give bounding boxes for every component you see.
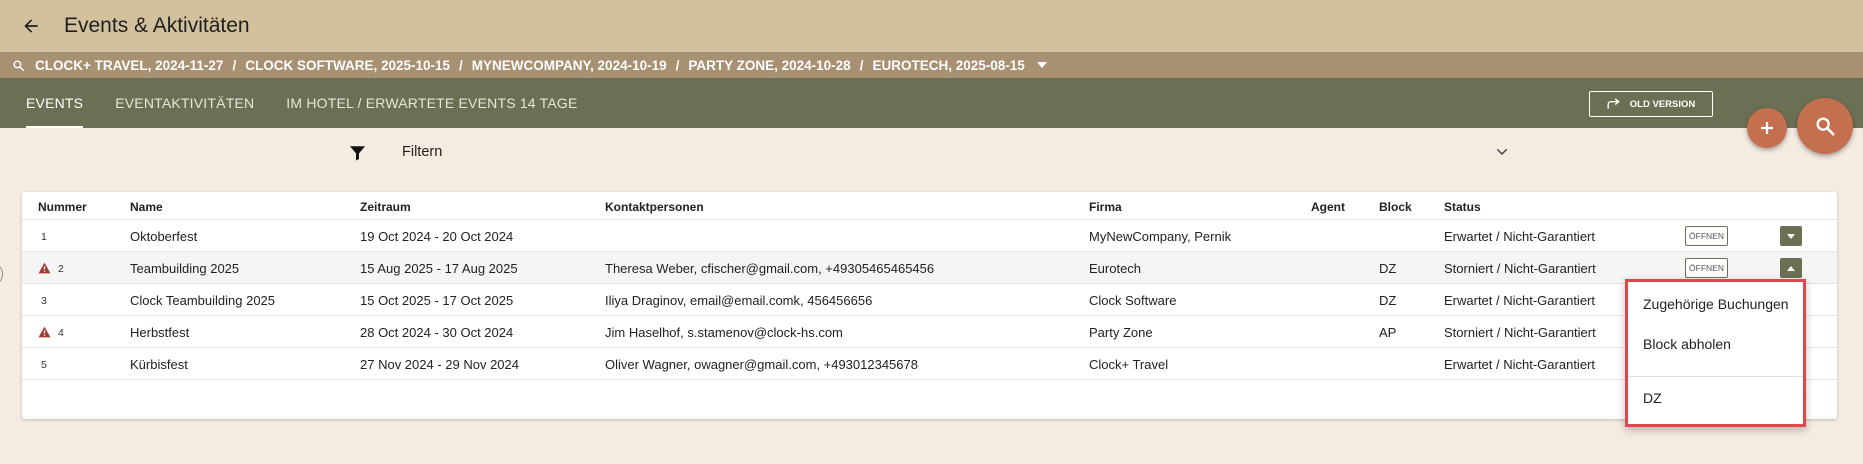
event-contacts: Jim Haselhof, s.stamenov@clock-hs.com [605,325,843,340]
chevron-down-icon[interactable] [1036,62,1047,68]
event-name: Teambuilding 2025 [130,261,240,276]
breadcrumb-separator: / [675,57,680,73]
breadcrumb-item[interactable]: CLOCK+ TRAVEL, 2024-11-27 [35,58,223,73]
row-action-menu: Zugehörige Buchungen Block abholen DZ [1625,279,1806,427]
filter-bar[interactable]: Filtern [0,138,1863,168]
open-button[interactable]: ÖFFNEN [1685,226,1728,246]
breadcrumb-separator: / [859,57,864,73]
page-title: Events & Aktivitäten [64,14,250,37]
event-name: Clock Teambuilding 2025 [130,293,276,308]
event-company: Clock+ Travel [1089,357,1169,372]
event-name: Oktoberfest [130,229,198,244]
column-header-name[interactable]: Name [130,200,163,214]
event-date-range: 15 Aug 2025 - 17 Aug 2025 [360,261,518,276]
event-date-range: 19 Oct 2024 - 20 Oct 2024 [360,229,514,244]
menu-item-dz[interactable]: DZ [1643,390,1662,406]
breadcrumb-separator: / [232,57,237,73]
row-number: 1 [41,231,47,243]
tab-bar: EVENTS EVENTAKTIVITÄTEN IM HOTEL / ERWAR… [0,78,1863,128]
event-name: Kürbisfest [130,357,188,372]
old-version-label: OLD VERSION [1629,98,1696,110]
event-status: Erwartet / Nicht-Garantiert [1444,229,1595,244]
event-date-range: 15 Oct 2025 - 17 Oct 2025 [360,293,514,308]
event-status: Erwartet / Nicht-Garantiert [1444,357,1595,372]
filter-label: Filtern [402,144,443,160]
breadcrumb-item[interactable]: CLOCK SOFTWARE, 2025-10-15 [245,58,450,73]
table-header: Nummer Name Zeitraum Kontaktpersonen Fir… [22,192,1837,220]
events-table: Nummer Name Zeitraum Kontaktpersonen Fir… [22,192,1837,419]
table-row[interactable]: 4 Herbstfest 28 Oct 2024 - 30 Oct 2024 J… [22,316,1837,348]
chevron-down-icon[interactable] [1494,144,1510,165]
table-row[interactable]: 2 Teambuilding 2025 15 Aug 2025 - 17 Aug… [22,252,1837,284]
row-number: 2 [58,263,64,275]
event-contacts: Oliver Wagner, owagner@gmail.com, +49301… [605,357,918,372]
column-header-agent[interactable]: Agent [1311,200,1345,214]
column-header-block[interactable]: Block [1379,200,1412,214]
event-contacts: Theresa Weber, cfischer@gmail.com, +4930… [605,261,935,276]
event-company: Party Zone [1089,325,1153,340]
tab-events[interactable]: EVENTS [26,78,84,128]
menu-item-block-abholen[interactable]: Block abholen [1643,336,1731,352]
column-header-zeitraum[interactable]: Zeitraum [360,200,411,214]
event-block: DZ [1379,293,1397,308]
share-arrow-icon [1607,98,1620,109]
column-header-kontaktpersonen[interactable]: Kontaktpersonen [605,200,704,214]
event-block: DZ [1379,261,1397,276]
warning-triangle-icon [38,326,51,341]
breadcrumb-item[interactable]: MYNEWCOMPANY, 2024-10-19 [472,58,667,73]
arrow-left-icon [24,19,38,33]
event-contacts: Iliya Draginov, email@email.comk, 456456… [605,293,873,308]
tab-eventaktivitaeten[interactable]: EVENTAKTIVITÄTEN [115,78,254,128]
warning-triangle-icon [38,262,51,277]
old-version-button[interactable]: OLD VERSION [1589,91,1713,117]
row-number: 5 [41,359,47,371]
row-menu-button[interactable] [1780,226,1802,246]
row-number: 4 [58,327,64,339]
plus-icon [1761,122,1773,134]
caret-down-icon [1787,233,1795,239]
event-company: MyNewCompany, Pernik [1089,229,1232,244]
column-header-status[interactable]: Status [1444,200,1481,214]
breadcrumb-separator: / [459,57,463,73]
menu-divider [1628,376,1803,377]
breadcrumb: CLOCK+ TRAVEL, 2024-11-27 / CLOCK SOFTWA… [0,52,1863,78]
event-block: AP [1379,325,1397,340]
row-number: 3 [41,295,47,307]
search-icon [12,59,25,72]
caret-up-icon [1787,265,1795,271]
funnel-icon [348,144,367,167]
back-button[interactable] [16,11,46,41]
app-header: Events & Aktivitäten [0,0,1863,52]
row-menu-button[interactable] [1780,258,1802,278]
column-header-firma[interactable]: Firma [1089,200,1122,214]
event-date-range: 27 Nov 2024 - 29 Nov 2024 [360,357,519,372]
event-status: Storniert / Nicht-Garantiert [1444,325,1596,340]
table-row[interactable]: 5 Kürbisfest 27 Nov 2024 - 29 Nov 2024 O… [22,348,1837,380]
event-status: Storniert / Nicht-Garantiert [1444,261,1596,276]
open-button[interactable]: ÖFFNEN [1685,258,1728,278]
event-company: Eurotech [1089,261,1142,276]
menu-item-zugehoerige-buchungen[interactable]: Zugehörige Buchungen [1643,296,1789,312]
table-row[interactable]: 1 Oktoberfest 19 Oct 2024 - 20 Oct 2024 … [22,220,1837,252]
tab-im-hotel[interactable]: IM HOTEL / ERWARTETE EVENTS 14 TAGE [286,78,577,128]
search-icon [1816,117,1835,136]
event-date-range: 28 Oct 2024 - 30 Oct 2024 [360,325,514,340]
column-header-nummer[interactable]: Nummer [38,200,87,214]
breadcrumb-item[interactable]: PARTY ZONE, 2024-10-28 [688,58,850,73]
event-name: Herbstfest [130,325,190,340]
table-row[interactable]: 3 Clock Teambuilding 2025 15 Oct 2025 - … [22,284,1837,316]
event-status: Erwartet / Nicht-Garantiert [1444,293,1595,308]
scroll-indicator [0,266,3,282]
event-company: Clock Software [1089,293,1177,308]
breadcrumb-item[interactable]: EUROTECH, 2025-08-15 [872,58,1024,73]
